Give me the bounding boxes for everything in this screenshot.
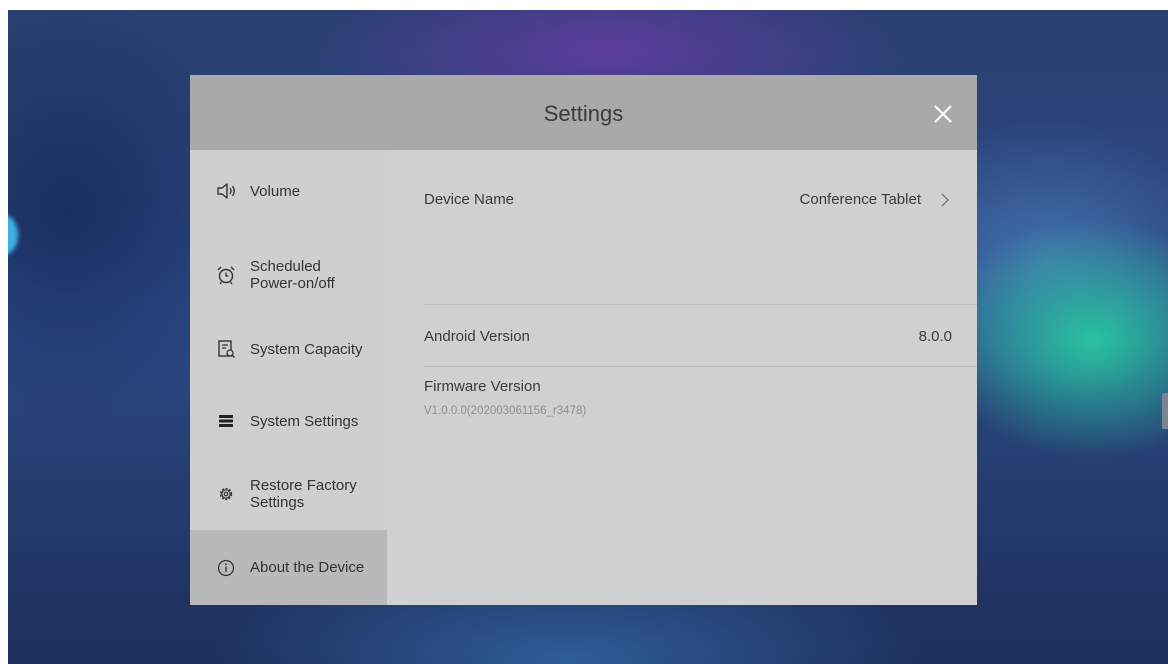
firmware-version-value: V1.0.0.0(202003061156_r3478) [424, 405, 587, 417]
dialog-header: Settings [190, 75, 977, 150]
device-name-row[interactable]: Device Name Conference Tablet [387, 150, 977, 230]
sidebar-item-label: Volume [250, 182, 301, 200]
android-version-row: Android Version 8.0.0 [387, 305, 977, 367]
settings-sidebar: Volume Scheduled Power-on/off System Cap… [190, 150, 387, 605]
list-settings-icon [215, 410, 237, 432]
sidebar-item-about-device[interactable]: About the Device [190, 530, 387, 605]
close-button[interactable] [926, 97, 960, 131]
sidebar-item-restore-factory[interactable]: Restore Factory Settings [190, 466, 387, 522]
alarm-clock-icon [215, 264, 237, 286]
android-version-label: Android Version [424, 328, 530, 345]
side-drawer-handle[interactable] [1162, 393, 1168, 429]
device-name-label: Device Name [424, 191, 515, 208]
storage-icon [215, 338, 237, 360]
close-icon [934, 105, 952, 123]
sidebar-item-label: System Settings [250, 412, 359, 430]
desktop-background: Settings Volume Scheduled Power-on/off S… [8, 10, 1168, 664]
firmware-version-row: Firmware Version V1.0.0.0(202003061156_r… [387, 367, 977, 447]
edge-light [8, 215, 18, 255]
info-icon [215, 557, 237, 579]
chevron-right-icon [941, 193, 949, 207]
android-version-value: 8.0.0 [918, 328, 952, 345]
speaker-icon [215, 180, 237, 202]
sidebar-item-volume[interactable]: Volume [190, 166, 387, 216]
about-device-panel: Device Name Conference Tablet Android Ve… [387, 150, 977, 605]
settings-dialog: Settings Volume Scheduled Power-on/off S… [190, 75, 977, 605]
sidebar-item-system-capacity[interactable]: System Capacity [190, 324, 387, 374]
firmware-version-label: Firmware Version [424, 378, 541, 395]
sidebar-item-label: Restore Factory Settings [250, 477, 357, 511]
device-name-value: Conference Tablet [799, 191, 921, 208]
sidebar-item-label: Scheduled Power-on/off [250, 258, 335, 292]
gear-icon [215, 483, 237, 505]
sidebar-item-label: About the Device [250, 559, 365, 576]
sidebar-item-label: System Capacity [250, 340, 363, 358]
dialog-title: Settings [543, 101, 624, 126]
sidebar-item-scheduled-power[interactable]: Scheduled Power-on/off [190, 247, 387, 303]
sidebar-item-system-settings[interactable]: System Settings [190, 396, 387, 446]
